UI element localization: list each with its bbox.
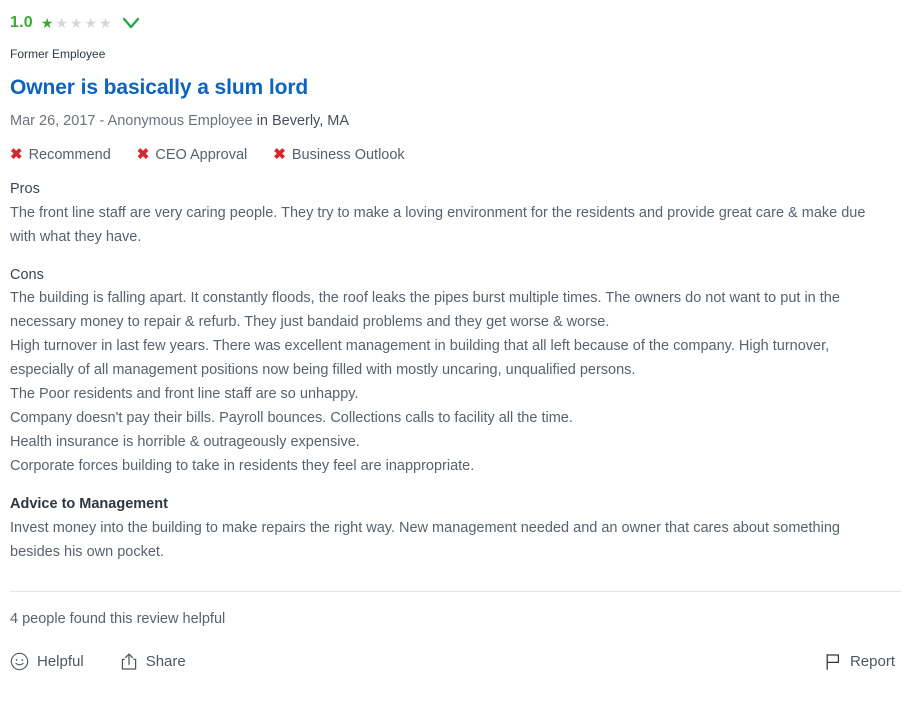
rating-value: 1.0 bbox=[10, 14, 33, 31]
rating-row: 1.0 ★ ★ ★ ★ ★ bbox=[10, 0, 901, 38]
report-button-label: Report bbox=[849, 652, 895, 670]
indicator-business-outlook-label: Business Outlook bbox=[291, 146, 405, 163]
footer-divider bbox=[10, 591, 901, 593]
cons-label: Cons bbox=[10, 266, 44, 283]
x-icon: ✖ bbox=[273, 146, 286, 164]
helpful-button-label: Helpful bbox=[37, 652, 84, 670]
helpful-button[interactable]: Helpful bbox=[10, 652, 84, 671]
share-button[interactable]: Share bbox=[120, 652, 186, 671]
employment-status: Former Employee bbox=[10, 47, 106, 61]
cons-paragraph: The Poor residents and front line staff … bbox=[10, 386, 359, 403]
review-date-author: Mar 26, 2017 - Anonymous Employee bbox=[10, 112, 253, 129]
star-icon-4: ★ bbox=[84, 15, 98, 31]
advice-body: Invest money into the building to make r… bbox=[10, 516, 890, 564]
flag-icon bbox=[824, 652, 842, 671]
recommendation-row: ✖ Recommend ✖ CEO Approval ✖ Business Ou… bbox=[10, 147, 901, 163]
share-upload-icon bbox=[120, 652, 138, 671]
pros-section: Pros The front line staff are very carin… bbox=[10, 179, 901, 249]
indicator-business-outlook: ✖ Business Outlook bbox=[273, 147, 404, 163]
share-button-label: Share bbox=[145, 652, 186, 670]
advice-label: Advice to Management bbox=[10, 496, 168, 513]
action-bar: Helpful Share Report bbox=[10, 652, 901, 671]
cons-paragraph: The building is falling apart. It consta… bbox=[10, 290, 840, 331]
cons-paragraph: High turnover in last few years. There w… bbox=[10, 338, 830, 379]
pros-text: The front line staff are very caring peo… bbox=[10, 204, 866, 245]
star-rating: ★ ★ ★ ★ ★ bbox=[41, 16, 112, 30]
helpful-count: 4 people found this review helpful bbox=[10, 611, 226, 628]
cons-paragraph: Company doesn't pay their bills. Payroll… bbox=[10, 410, 573, 427]
review-meta: Mar 26, 2017 - Anonymous Employee in Bev… bbox=[10, 113, 901, 130]
indicator-ceo-approval: ✖ CEO Approval bbox=[137, 147, 247, 163]
x-icon: ✖ bbox=[10, 146, 23, 164]
review-card: 1.0 ★ ★ ★ ★ ★ Former Employee Owner is b… bbox=[0, 0, 911, 713]
advice-text: Invest money into the building to make r… bbox=[10, 520, 840, 561]
star-icon-2: ★ bbox=[55, 15, 68, 31]
indicator-recommend: ✖ Recommend bbox=[10, 147, 111, 163]
review-title[interactable]: Owner is basically a slum lord bbox=[10, 75, 901, 100]
star-icon-1: ★ bbox=[40, 15, 54, 31]
advice-section: Advice to Management Invest money into t… bbox=[10, 494, 901, 564]
report-button[interactable]: Report bbox=[824, 652, 895, 671]
x-icon: ✖ bbox=[136, 146, 150, 164]
pros-body: The front line staff are very caring peo… bbox=[10, 201, 890, 249]
star-icon-3: ★ bbox=[69, 15, 83, 31]
review-location: in Beverly, MA bbox=[256, 112, 350, 129]
cons-body: The building is falling apart. It consta… bbox=[10, 286, 890, 478]
pros-label: Pros bbox=[10, 180, 40, 197]
smiley-face-icon bbox=[10, 652, 29, 671]
indicator-ceo-approval-label: CEO Approval bbox=[155, 146, 248, 163]
chevron-down-icon[interactable] bbox=[122, 16, 140, 30]
cons-paragraph: Corporate forces building to take in res… bbox=[10, 458, 475, 475]
indicator-recommend-label: Recommend bbox=[28, 146, 111, 163]
star-icon-5: ★ bbox=[99, 15, 112, 31]
cons-paragraph: Health insurance is horrible & outrageou… bbox=[10, 434, 360, 451]
cons-section: Cons The building is falling apart. It c… bbox=[10, 265, 901, 479]
